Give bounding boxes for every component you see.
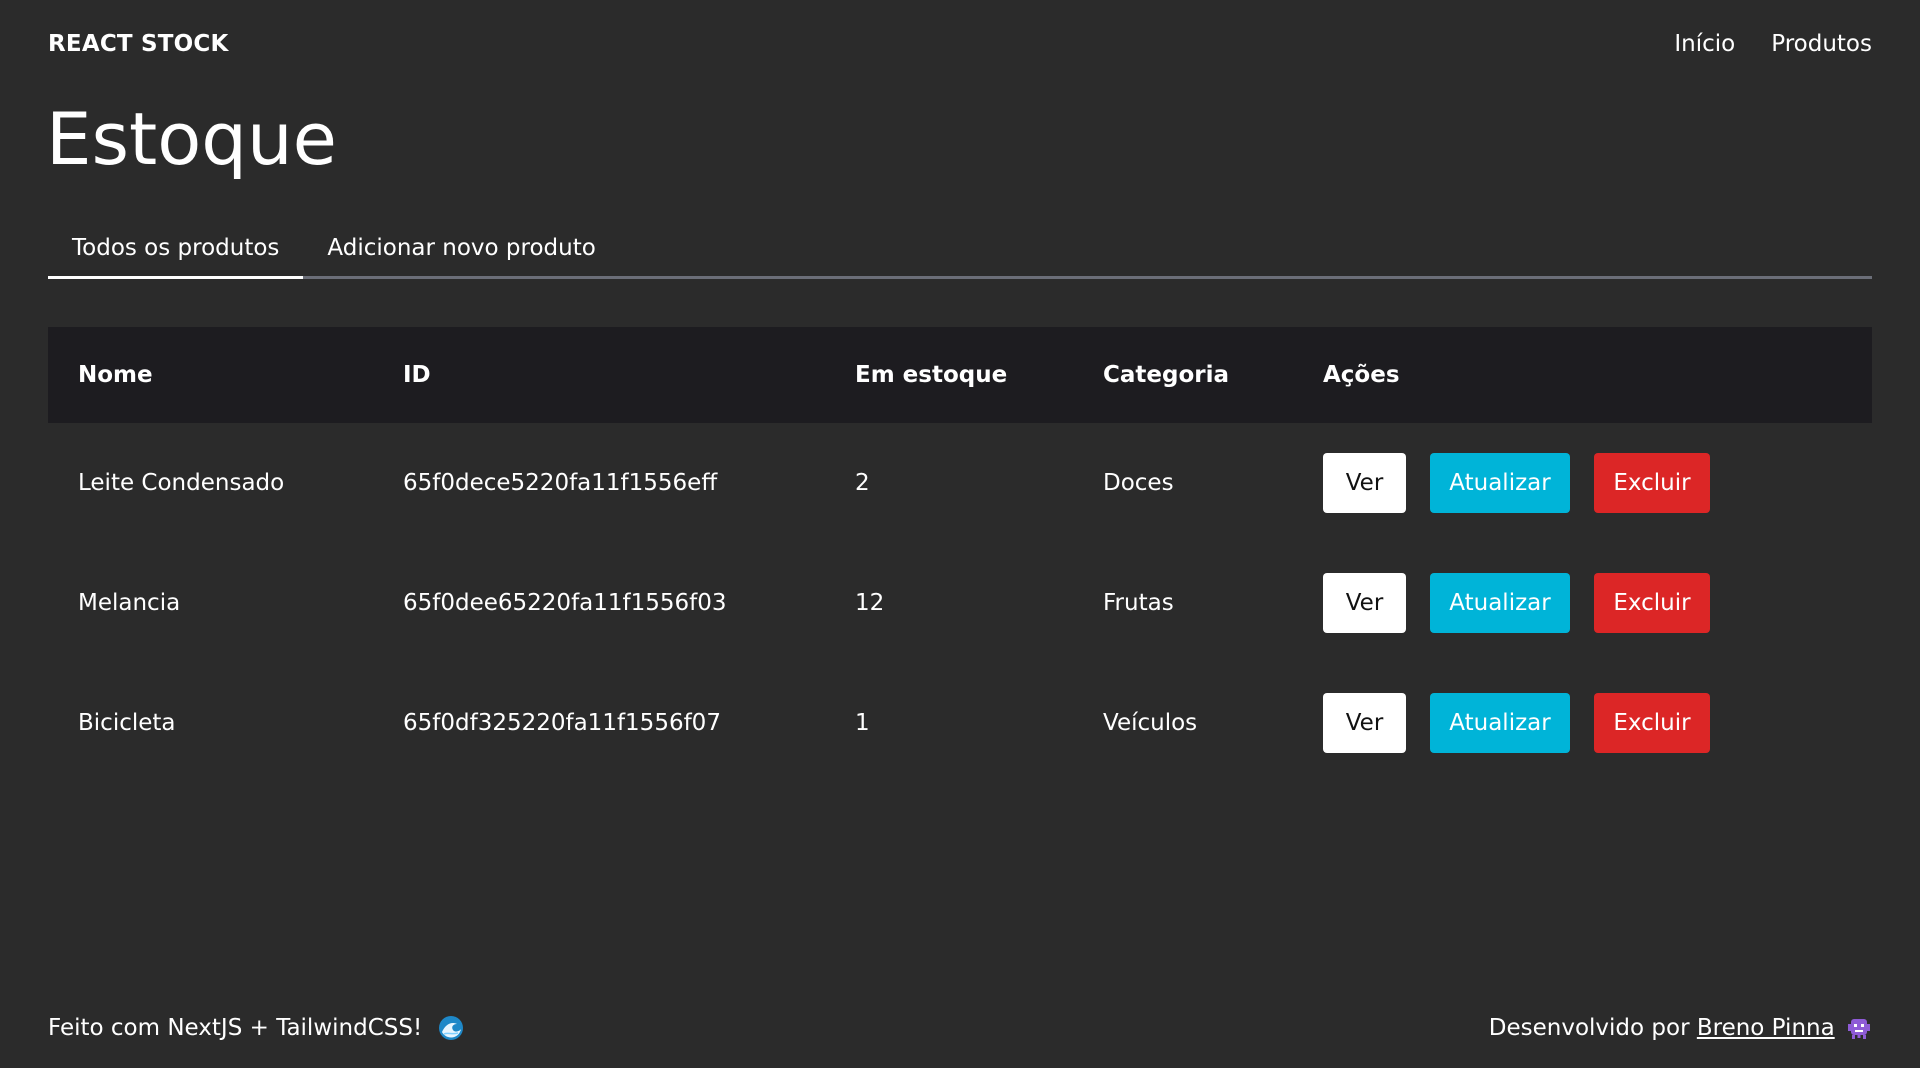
update-button[interactable]: Atualizar xyxy=(1430,573,1570,633)
footer-right: Desenvolvido por Breno Pinna xyxy=(1489,1015,1872,1042)
tabs-bar: Todos os produtos Adicionar novo produto xyxy=(48,224,1872,279)
tab-all-products[interactable]: Todos os produtos xyxy=(48,224,304,279)
wave-icon xyxy=(438,1015,464,1041)
brand-logo[interactable]: REACT STOCK xyxy=(48,31,229,57)
delete-button[interactable]: Excluir xyxy=(1594,573,1710,633)
cell-category: Frutas xyxy=(1103,590,1174,616)
cell-name: Melancia xyxy=(78,590,181,616)
footer: Feito com NextJS + TailwindCSS! Desenvol… xyxy=(48,1010,1872,1046)
cell-stock: 1 xyxy=(855,710,870,736)
column-header-nome: Nome xyxy=(78,362,153,388)
view-button[interactable]: Ver xyxy=(1323,693,1406,753)
footer-left: Feito com NextJS + TailwindCSS! xyxy=(48,1015,464,1042)
update-button[interactable]: Atualizar xyxy=(1430,453,1570,513)
cell-stock: 2 xyxy=(855,470,870,496)
column-header-categoria: Categoria xyxy=(1103,362,1230,388)
header: REACT STOCK Início Produtos xyxy=(48,26,1872,62)
footer-developed-by-text: Desenvolvido por xyxy=(1488,1014,1690,1041)
table-row: Leite Condensado 65f0dece5220fa11f1556ef… xyxy=(48,423,1872,543)
column-header-em-estoque: Em estoque xyxy=(855,362,1008,388)
cell-id: 65f0dee65220fa11f1556f03 xyxy=(403,590,727,616)
table-row: Bicicleta 65f0df325220fa11f1556f07 1 Veí… xyxy=(48,663,1872,783)
delete-button[interactable]: Excluir xyxy=(1594,453,1710,513)
alien-monster-icon xyxy=(1846,1015,1872,1041)
view-button[interactable]: Ver xyxy=(1323,573,1406,633)
table-header: Nome ID Em estoque Categoria Ações xyxy=(48,327,1872,423)
page-title: Estoque xyxy=(46,97,337,181)
cell-category: Doces xyxy=(1103,470,1174,496)
products-table: Nome ID Em estoque Categoria Ações Leite… xyxy=(48,327,1872,783)
cell-id: 65f0df325220fa11f1556f07 xyxy=(403,710,721,736)
nav-link-produtos[interactable]: Produtos xyxy=(1771,31,1872,57)
cell-actions: Ver Atualizar Excluir xyxy=(1293,693,1872,753)
page: REACT STOCK Início Produtos Estoque Todo… xyxy=(0,0,1920,1068)
cell-name: Bicicleta xyxy=(78,710,176,736)
column-header-acoes: Ações xyxy=(1323,362,1400,388)
delete-button[interactable]: Excluir xyxy=(1594,693,1710,753)
update-button[interactable]: Atualizar xyxy=(1430,693,1570,753)
cell-name: Leite Condensado xyxy=(78,470,285,496)
table-row: Melancia 65f0dee65220fa11f1556f03 12 Fru… xyxy=(48,543,1872,663)
cell-id: 65f0dece5220fa11f1556eff xyxy=(403,470,718,496)
footer-made-with-text: Feito com NextJS + TailwindCSS! xyxy=(48,1014,423,1041)
nav-link-inicio[interactable]: Início xyxy=(1674,31,1735,57)
cell-category: Veículos xyxy=(1103,710,1198,736)
cell-stock: 12 xyxy=(855,590,885,616)
cell-actions: Ver Atualizar Excluir xyxy=(1293,453,1872,513)
top-nav: Início Produtos xyxy=(1674,31,1872,57)
view-button[interactable]: Ver xyxy=(1323,453,1406,513)
tab-add-product[interactable]: Adicionar novo produto xyxy=(303,224,619,276)
author-link[interactable]: Breno Pinna xyxy=(1697,1015,1835,1041)
column-header-id: ID xyxy=(403,362,431,388)
cell-actions: Ver Atualizar Excluir xyxy=(1293,573,1872,633)
